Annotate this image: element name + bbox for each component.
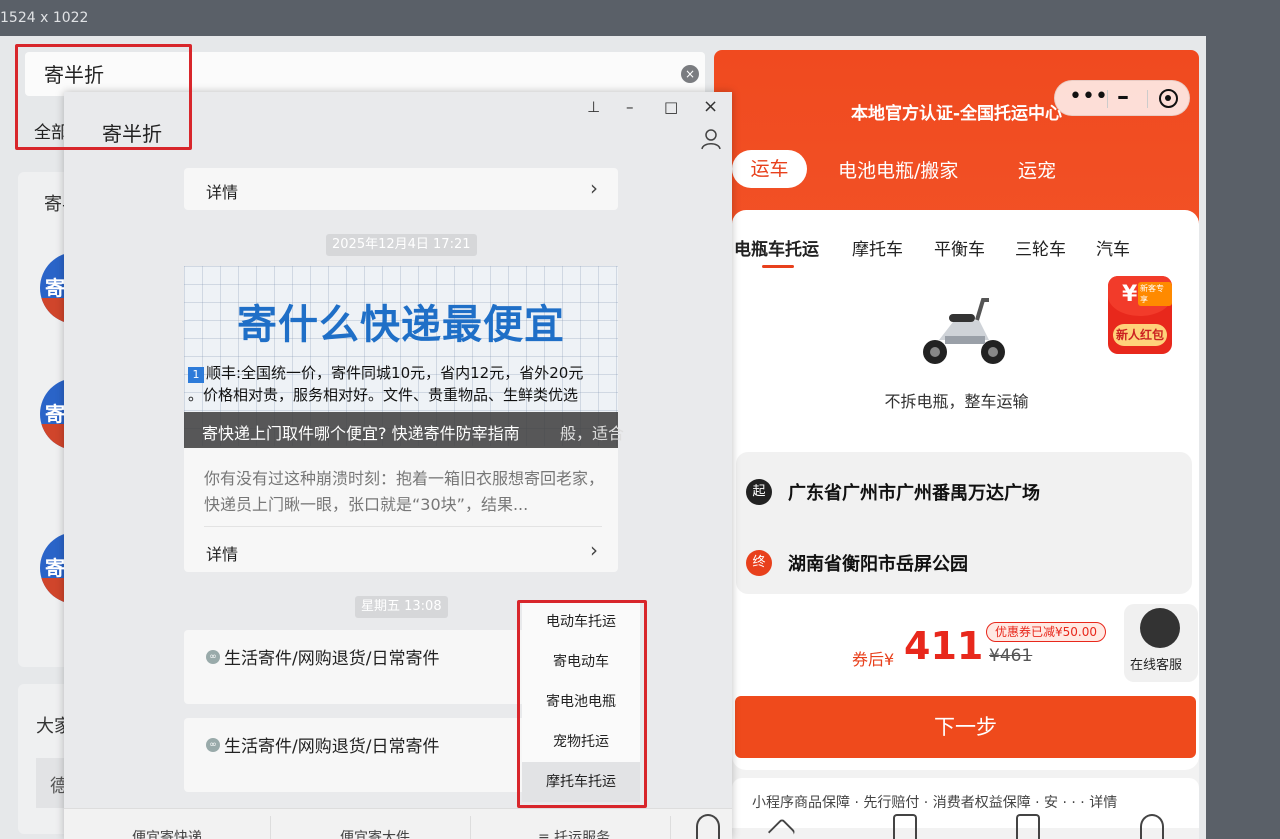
article-title: 寄快递上门取件哪个便宜? 快递寄件防宰指南 (202, 424, 520, 443)
link-icon: ∞ (206, 650, 220, 664)
link-icon: ∞ (206, 738, 220, 752)
bottom-menu-cheap-express[interactable]: 便宜寄快递 (132, 827, 202, 839)
scooter-icon (923, 298, 1005, 364)
close-window-icon[interactable]: × (703, 96, 718, 117)
subtab-balance-scooter[interactable]: 平衡车 (934, 235, 985, 260)
clear-search-icon[interactable]: × (681, 65, 699, 83)
highlight-box (517, 600, 647, 808)
avatar-glyph: 寄 (45, 276, 65, 300)
destination-address[interactable]: 湖南省衡阳市岳屏公园 (788, 550, 968, 576)
guarantee-strip[interactable]: 小程序商品保障 · 先行赔付 · 消费者权益保障 · 安 · · · 详情 (732, 778, 1199, 828)
price-value: 411 (904, 624, 984, 668)
screen-size-label: 1524 x 1022 (0, 10, 89, 26)
detail-link[interactable]: 详情 (206, 541, 238, 565)
close-mini-program-icon[interactable] (1159, 89, 1178, 108)
bottom-menu-transport-service[interactable]: ≡ 托运服务 (538, 827, 610, 839)
divider (470, 816, 471, 839)
service-label: 在线客服 (1130, 658, 1183, 673)
profile-tab-icon[interactable] (1140, 814, 1164, 839)
scooter-caption: 不拆电瓶，整车运输 (884, 392, 1029, 411)
article-line: 。价格相对贵，服务相对好。文件、贵重物品、生鲜类优选 (188, 386, 579, 404)
tab-pet-transport[interactable]: 运宠 (1018, 156, 1056, 183)
redpacket-button: 新人红包 (1113, 324, 1167, 346)
orders-icon[interactable] (893, 814, 917, 839)
mini-program-window: 本地官方认证-全国托运中心 ••• – 运车 电池电瓶/搬家 运宠 电瓶车托运 … (714, 50, 1199, 839)
subtab-tricycle[interactable]: 三轮车 (1015, 235, 1066, 260)
coupon-badge: 优惠券已减¥50.00 (986, 622, 1106, 642)
number-badge: 1 (188, 367, 204, 383)
article-body: 1 顺丰:全国统一价，寄件同城10元，省内12元，省外20元 。价格相对贵，服务相… (188, 362, 616, 406)
divider (204, 526, 602, 527)
origin-badge: 起 (746, 479, 772, 505)
chat-bottom-menu: 便宜寄快递 便宜寄大件 ≡ 托运服务 (64, 808, 732, 839)
timestamp: 2025年12月4日 17:21 (326, 234, 477, 256)
headset-icon (1140, 608, 1180, 648)
keyboard-switch-icon[interactable] (696, 814, 720, 839)
active-tab-indicator (762, 265, 794, 268)
timestamp: 星期五 13:08 (355, 596, 448, 618)
chevron-right-icon: › (590, 538, 598, 562)
pin-icon[interactable]: ⊥ (587, 98, 600, 116)
divider (670, 816, 671, 839)
chevron-right-icon: › (590, 176, 598, 200)
profile-icon[interactable] (700, 128, 722, 150)
link-text: 生活寄件/网购退货/日常寄件 (224, 649, 440, 669)
minimize-icon[interactable]: – (1117, 82, 1129, 110)
subtab-car[interactable]: 汽车 (1096, 235, 1130, 260)
article-headline: 寄什么快递最便宜 (237, 302, 565, 348)
subtab-ebike[interactable]: 电瓶车托运 (734, 235, 819, 260)
origin-address[interactable]: 广东省广州市广州番禺万达广场 (788, 479, 1040, 505)
tab-transport-car[interactable]: 运车 (732, 150, 807, 188)
article-title-tail: 般，适合 (560, 424, 625, 443)
new-user-redpacket[interactable]: ¥ 新客专享 新人红包 (1108, 276, 1172, 354)
avatar-glyph: 寄 (45, 402, 65, 426)
bottom-menu-cheap-large[interactable]: 便宜寄大件 (340, 827, 410, 839)
guarantee-text: 小程序商品保障 · 先行赔付 · 消费者权益保障 · 安 · · · 详情 (752, 795, 1118, 811)
bag-icon[interactable] (1016, 814, 1040, 839)
subtab-motorcycle[interactable]: 摩托车 (852, 235, 903, 260)
more-icon[interactable]: ••• (1069, 84, 1108, 109)
redpacket-tag: 新客专享 (1138, 282, 1172, 306)
maximize-window-icon[interactable]: □ (664, 98, 678, 116)
capsule-menu[interactable]: ••• – (1054, 80, 1190, 116)
article-line: 顺丰:全国统一价，寄件同城10元，省内12元，省外20元 (206, 364, 584, 382)
highlight-box (15, 44, 192, 150)
divider (270, 816, 271, 839)
avatar-glyph: 寄 (45, 556, 65, 580)
online-service-button[interactable]: 在线客服 (1124, 604, 1198, 682)
next-step-button[interactable]: 下一步 (735, 696, 1196, 758)
article-summary: 你有没有过这种崩溃时刻：抱着一箱旧衣服想寄回老家，快递员上门瞅一眼，张口就是“3… (204, 469, 605, 514)
yen-symbol: ¥ (1122, 282, 1138, 307)
detail-link[interactable]: 详情 (206, 179, 238, 203)
tab-battery-moving[interactable]: 电池电瓶/搬家 (838, 156, 958, 183)
minimize-window-icon[interactable]: – (626, 98, 634, 116)
original-price: ¥461 (989, 646, 1033, 666)
message-card-top[interactable] (184, 168, 618, 210)
price-label: 券后¥ (852, 650, 895, 669)
link-text: 生活寄件/网购退货/日常寄件 (224, 737, 440, 757)
destination-badge: 终 (746, 550, 772, 576)
article-title-bar: 寄快递上门取件哪个便宜? 快递寄件防宰指南 般，适合 (184, 412, 624, 448)
